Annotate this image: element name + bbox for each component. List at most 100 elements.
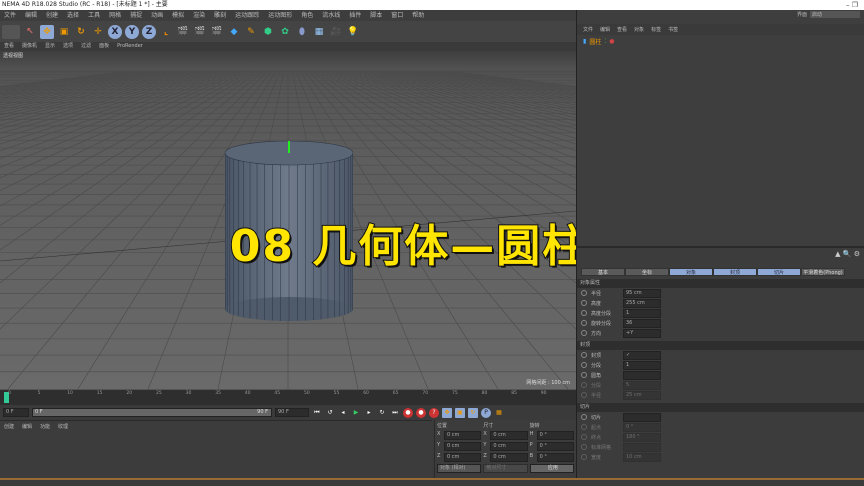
coord-field[interactable]: 0 cm xyxy=(444,442,482,451)
property-field[interactable]: ✓ xyxy=(623,350,661,360)
key-rotation-icon[interactable]: ↻ xyxy=(468,407,478,418)
array-icon[interactable]: ✿ xyxy=(278,25,292,39)
render-picture-viewer-icon[interactable]: 🎬 xyxy=(193,25,207,39)
object-menu-item[interactable]: 文件 xyxy=(583,26,593,33)
menu-item[interactable]: 编辑 xyxy=(25,10,37,21)
menu-item[interactable]: 运动图形 xyxy=(268,10,292,21)
end-frame-field[interactable]: 90 F xyxy=(275,408,309,417)
radio-icon[interactable] xyxy=(581,392,587,398)
property-field[interactable] xyxy=(623,442,661,452)
attr-toolbar-icons[interactable]: ▲ 🔍 ⚙ xyxy=(835,250,860,258)
attr-tab[interactable]: 坐标 xyxy=(625,268,669,276)
autokey-icon[interactable]: ● xyxy=(416,407,426,418)
viewport-menu-item[interactable]: 选项 xyxy=(63,42,73,51)
light-icon[interactable]: 💡 xyxy=(346,25,360,39)
viewport-menu-item[interactable]: 查看 xyxy=(4,42,14,51)
object-row[interactable]: ▮ 圆柱 ⁚ ● xyxy=(577,35,864,48)
radio-icon[interactable] xyxy=(581,290,587,296)
object-menu-item[interactable]: 编辑 xyxy=(600,26,610,33)
live-select-icon[interactable]: ↖ xyxy=(23,25,37,39)
property-field[interactable]: 25 cm xyxy=(623,390,661,400)
object-menu-item[interactable]: 查看 xyxy=(617,26,627,33)
radio-icon[interactable] xyxy=(581,444,587,450)
subdivision-icon[interactable]: ⬢ xyxy=(261,25,275,39)
next-key-icon[interactable]: ↻ xyxy=(377,408,387,418)
property-field[interactable]: 255 cm xyxy=(623,298,661,308)
window-controls[interactable]: – ❐ xyxy=(846,0,858,10)
attr-tab[interactable]: 封顶 xyxy=(713,268,757,276)
start-frame-field[interactable]: 0 F xyxy=(3,408,29,417)
menu-item[interactable]: 文件 xyxy=(4,10,16,21)
coord-field[interactable]: 0 ° xyxy=(536,431,574,440)
radio-icon[interactable] xyxy=(581,310,587,316)
radio-icon[interactable] xyxy=(581,352,587,358)
coord-field[interactable]: 0 cm xyxy=(490,431,528,440)
menu-item[interactable]: 流水线 xyxy=(322,10,340,21)
property-field[interactable]: +Y xyxy=(623,328,661,338)
property-field[interactable] xyxy=(623,370,661,380)
menu-item[interactable]: 窗口 xyxy=(391,10,403,21)
property-field[interactable]: 10 cm xyxy=(623,452,661,462)
menu-item[interactable]: 插件 xyxy=(349,10,361,21)
radio-icon[interactable] xyxy=(581,320,587,326)
apply-button[interactable]: 应用 xyxy=(529,464,574,473)
next-frame-icon[interactable]: ▸ xyxy=(364,408,374,418)
property-field[interactable]: 36 xyxy=(623,318,661,328)
keyframe-selection-icon[interactable]: ? xyxy=(429,407,439,418)
attr-tab[interactable]: 基本 xyxy=(581,268,625,276)
object-name[interactable]: 圆柱 xyxy=(589,37,601,46)
menu-item[interactable]: 创建 xyxy=(46,10,58,21)
menu-item[interactable]: 帮助 xyxy=(412,10,424,21)
attr-tab[interactable]: 平滑着色(Phong) xyxy=(801,268,845,276)
frame-range-slider[interactable]: 0 F 90 F xyxy=(32,408,272,417)
prev-frame-icon[interactable]: ◂ xyxy=(338,408,348,418)
key-scale-icon[interactable]: ▣ xyxy=(455,407,465,418)
go-to-start-icon[interactable]: ⏮ xyxy=(312,408,322,418)
menu-item[interactable]: 动画 xyxy=(151,10,163,21)
property-field[interactable]: 1 xyxy=(623,308,661,318)
menu-item[interactable]: 脚本 xyxy=(370,10,382,21)
rotate-icon[interactable]: ↻ xyxy=(74,25,88,39)
menu-item[interactable]: 渲染 xyxy=(193,10,205,21)
coord-field[interactable]: 0 ° xyxy=(536,442,574,451)
property-field[interactable]: 95 cm xyxy=(623,288,661,298)
undo-button[interactable] xyxy=(2,24,20,39)
key-parameter-icon[interactable]: P xyxy=(481,407,491,418)
object-menu-item[interactable]: 标签 xyxy=(651,26,661,33)
radio-icon[interactable] xyxy=(581,424,587,430)
y-axis-button[interactable]: Y xyxy=(125,24,139,39)
menu-item[interactable]: 雕刻 xyxy=(214,10,226,21)
coordinate-mode-dropdown[interactable]: 对象 (相对) xyxy=(437,464,482,473)
radio-icon[interactable] xyxy=(581,414,587,420)
menu-item[interactable]: 角色 xyxy=(301,10,313,21)
x-axis-button[interactable]: X xyxy=(108,24,122,39)
viewport-menu-item[interactable]: 过滤 xyxy=(81,42,91,51)
property-field[interactable]: 1 xyxy=(623,360,661,370)
viewport-menu-item[interactable]: 摄像机 xyxy=(22,42,37,51)
tag-icon[interactable]: ● xyxy=(609,38,614,45)
viewport-menu-item[interactable]: ProRender xyxy=(117,42,143,51)
move-icon[interactable]: ✥ xyxy=(40,24,54,39)
cube-icon[interactable]: ◆ xyxy=(227,25,241,39)
attr-tab[interactable]: 对象 xyxy=(669,268,713,276)
deformer-icon[interactable]: ⬮ xyxy=(295,25,309,39)
menu-item[interactable]: 模拟 xyxy=(172,10,184,21)
coordinate-system-icon[interactable]: ⌞ xyxy=(159,25,173,39)
play-icon[interactable]: ▶ xyxy=(351,408,361,418)
material-menu-item[interactable]: 功能 xyxy=(40,423,50,430)
radio-icon[interactable] xyxy=(581,434,587,440)
coord-field[interactable]: 0 ° xyxy=(536,453,574,462)
recent-tool-icon[interactable]: ✛ xyxy=(91,25,105,39)
property-field[interactable]: 0 ° xyxy=(623,422,661,432)
coord-field[interactable]: 0 cm xyxy=(444,431,482,440)
property-field[interactable] xyxy=(623,412,661,422)
render-view-icon[interactable]: 🎬 xyxy=(176,25,190,39)
material-menu-item[interactable]: 纹理 xyxy=(58,423,68,430)
property-field[interactable]: 180 ° xyxy=(623,432,661,442)
scale-icon[interactable]: ▣ xyxy=(57,25,71,39)
viewport-menu-item[interactable]: 显示 xyxy=(45,42,55,51)
menu-item[interactable]: 捕捉 xyxy=(130,10,142,21)
object-menu-item[interactable]: 对象 xyxy=(634,26,644,33)
layout-dropdown[interactable]: 启动 xyxy=(810,11,860,18)
prev-key-icon[interactable]: ↺ xyxy=(325,408,335,418)
